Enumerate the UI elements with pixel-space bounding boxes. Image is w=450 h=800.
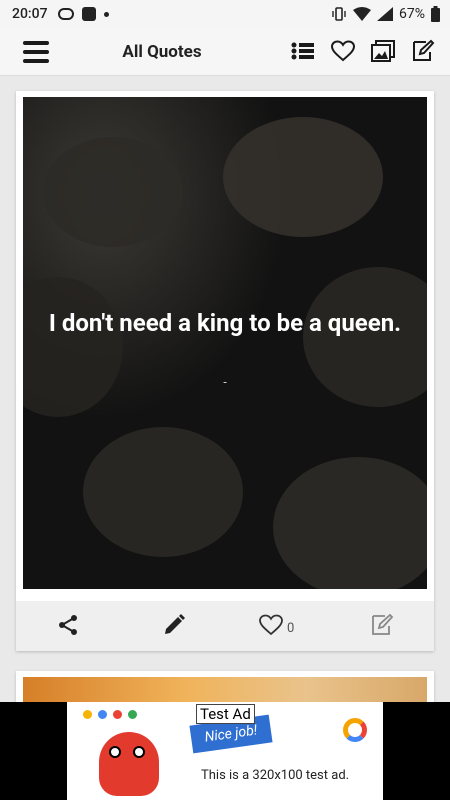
notification-icons: [57, 7, 109, 21]
categories-list-icon[interactable]: [290, 38, 316, 64]
heart-outline-icon: [259, 614, 283, 635]
edit-button[interactable]: [162, 613, 186, 637]
quote-card: I don't need a king to be a queen. - 0: [16, 91, 434, 651]
write-quote-icon[interactable]: [410, 38, 436, 64]
signal-icon: [377, 7, 393, 21]
app-bar: All Quotes: [0, 28, 450, 76]
ad-banner-text: This is a 320x100 test ad.: [201, 768, 350, 783]
ad-provider-logo-icon: [343, 718, 367, 742]
write-icon: [372, 613, 394, 635]
like-count: 0: [287, 621, 295, 636]
vibrate-icon: [332, 7, 346, 21]
pencil-icon: [165, 614, 185, 634]
status-time: 20:07: [12, 6, 48, 22]
system-icons: 67%: [331, 6, 440, 22]
ad-monster-image: [99, 732, 159, 796]
menu-icon[interactable]: [23, 40, 49, 64]
wifi-icon: [353, 7, 371, 21]
quote-text: I don't need a king to be a queen.: [48, 309, 402, 337]
quote-author: -: [223, 375, 227, 389]
app-notification-icon: [81, 7, 96, 21]
page-title: All Quotes: [122, 42, 202, 62]
ad-content[interactable]: Nice job! Test Ad This is a 320x100 test…: [67, 702, 383, 800]
quote-background-image[interactable]: I don't need a king to be a queen. -: [23, 97, 427, 589]
line-app-icon: [57, 8, 74, 20]
ad-decoration-balls: [83, 710, 137, 719]
create-from-quote-button[interactable]: [370, 613, 394, 637]
more-notifications-dot-icon: [103, 11, 109, 17]
ad-test-tag: Test Ad: [196, 704, 255, 724]
battery-percent: 67%: [399, 6, 425, 22]
status-bar: 20:07 67%: [0, 0, 450, 28]
gallery-icon[interactable]: [370, 38, 396, 64]
share-icon: [59, 615, 77, 635]
favorites-heart-icon[interactable]: [330, 38, 356, 64]
battery-icon: [431, 6, 440, 22]
like-button[interactable]: 0: [259, 613, 294, 636]
ad-banner[interactable]: Nice job! Test Ad This is a 320x100 test…: [0, 702, 450, 800]
toolbar-actions: [290, 38, 436, 64]
quote-actions-bar: 0: [16, 601, 434, 651]
share-button[interactable]: [56, 613, 80, 637]
